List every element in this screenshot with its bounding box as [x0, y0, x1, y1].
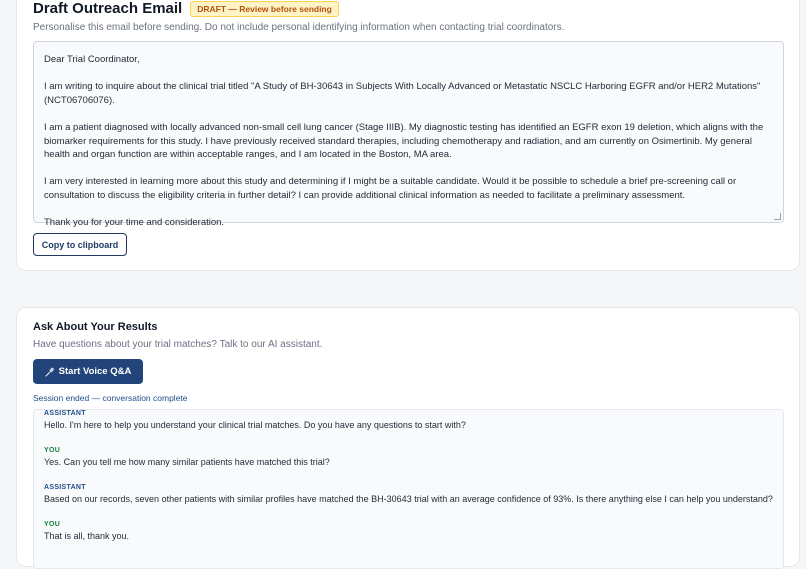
microphone-icon	[45, 367, 54, 377]
ask-subtitle: Have questions about your trial matches?…	[33, 339, 323, 350]
message-text: Based on our records, seven other patien…	[44, 494, 773, 504]
session-status: Session ended — conversation complete	[33, 393, 188, 403]
message-role-label: YOU	[44, 447, 61, 454]
email-paragraph: I am a patient diagnosed with locally ad…	[44, 121, 764, 161]
ask-results-card: Ask About Your Results Have questions ab…	[16, 307, 800, 569]
draft-subtitle: Personalise this email before sending. D…	[33, 22, 565, 33]
draft-title-row: Draft Outreach Email DRAFT — Review befo…	[33, 0, 339, 17]
copy-to-clipboard-button[interactable]: Copy to clipboard	[33, 233, 127, 256]
transcript-message: YOU That is all, thank you.	[44, 521, 129, 541]
conversation-transcript[interactable]: ASSISTANT Hello. I'm here to help you un…	[33, 409, 784, 569]
ask-title: Ask About Your Results	[33, 321, 158, 333]
start-voice-qa-button[interactable]: Start Voice Q&A	[33, 359, 143, 384]
message-role-label: YOU	[44, 521, 61, 528]
message-text: Yes. Can you tell me how many similar pa…	[44, 457, 330, 467]
message-text: Hello. I'm here to help you understand y…	[44, 420, 466, 430]
email-paragraph: Dear Trial Coordinator,	[44, 54, 140, 65]
message-text: That is all, thank you.	[44, 531, 130, 541]
draft-status-badge: DRAFT — Review before sending	[190, 0, 339, 17]
resize-handle-icon[interactable]	[774, 213, 781, 220]
email-paragraph: Thank you for your time and consideratio…	[44, 217, 225, 229]
email-paragraph: I am very interested in learning more ab…	[44, 176, 737, 201]
email-body-textarea[interactable]: Dear Trial Coordinator, I am writing to …	[33, 41, 784, 228]
voice-button-label: Start Voice Q&A	[58, 366, 132, 377]
transcript-message: ASSISTANT Hello. I'm here to help you un…	[44, 410, 466, 430]
draft-title: Draft Outreach Email	[33, 0, 183, 17]
transcript-message: ASSISTANT Based on our records, seven ot…	[44, 484, 773, 504]
message-role-label: ASSISTANT	[44, 484, 86, 491]
transcript-message: YOU Yes. Can you tell me how many simila…	[44, 447, 330, 467]
message-role-label: ASSISTANT	[44, 410, 86, 417]
email-paragraph: I am writing to inquire about the clinic…	[44, 81, 761, 106]
draft-email-card: Draft Outreach Email DRAFT — Review befo…	[16, 0, 800, 271]
